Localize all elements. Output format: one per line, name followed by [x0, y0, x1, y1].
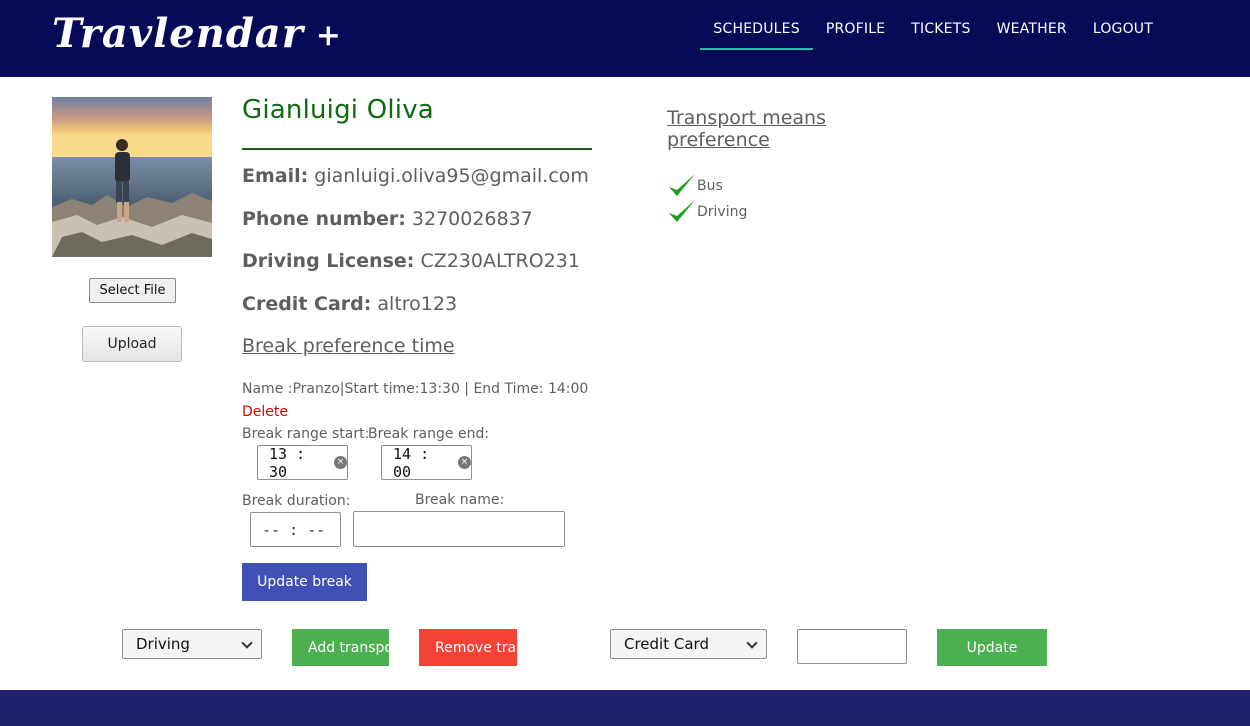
chevron-down-icon — [241, 637, 253, 649]
transport-select-value: Driving — [136, 635, 190, 653]
nav-weather[interactable]: WEATHER — [984, 0, 1080, 50]
clear-icon[interactable]: × — [458, 456, 471, 469]
payment-select-value: Credit Card — [624, 635, 709, 653]
transport-mean-bus: Bus — [667, 172, 723, 200]
nav-schedules[interactable]: SCHEDULES — [700, 0, 814, 50]
payment-input[interactable] — [797, 629, 907, 664]
phone-row: Phone number: 3270026837 — [242, 208, 533, 230]
credit-card-row: Credit Card: altro123 — [242, 293, 457, 315]
update-break-button[interactable]: Update break — [242, 563, 367, 601]
brand-logo[interactable]: Travlendar + — [52, 10, 342, 57]
brand-name: Travlendar — [52, 10, 304, 57]
top-navbar: Travlendar + SCHEDULES PROFILE TICKETS WE… — [0, 0, 1250, 77]
update-button[interactable]: Update — [937, 629, 1047, 666]
email-label: Email: — [242, 165, 309, 187]
break-range-end-label: Break range end: — [368, 426, 490, 442]
remove-transport-button[interactable]: Remove transport — [419, 629, 517, 666]
select-file-button[interactable]: Select File — [89, 278, 176, 303]
break-duration-label: Break duration: — [242, 493, 351, 509]
nav-profile[interactable]: PROFILE — [813, 0, 898, 50]
clear-icon[interactable]: × — [334, 456, 347, 469]
break-duration-value: -- : -- — [262, 520, 326, 539]
nav-logout[interactable]: LOGOUT — [1080, 0, 1166, 50]
credit-card-label: Credit Card: — [242, 293, 372, 315]
license-row: Driving License: CZ230ALTRO231 — [242, 250, 580, 272]
email-value: gianluigi.oliva95@gmail.com — [314, 165, 589, 187]
phone-label: Phone number: — [242, 208, 406, 230]
break-range-end-value: 14 : 00 — [393, 444, 430, 481]
license-label: Driving License: — [242, 250, 415, 272]
credit-card-value: altro123 — [377, 293, 458, 315]
break-duration-input[interactable]: -- : -- — [250, 512, 341, 547]
brand-plus: + — [315, 18, 342, 53]
break-range-start-label: Break range start: — [242, 426, 370, 442]
email-row: Email: gianluigi.oliva95@gmail.com — [242, 165, 589, 187]
main-nav: SCHEDULES PROFILE TICKETS WEATHER LOGOUT — [700, 0, 1166, 77]
nav-tickets[interactable]: TICKETS — [898, 0, 983, 50]
break-entry: Name :Pranzo|Start time:13:30 | End Time… — [242, 381, 589, 397]
break-range-start-value: 13 : 30 — [269, 444, 306, 481]
break-preference-title[interactable]: Break preference time — [242, 335, 455, 357]
user-name: Gianluigi Oliva — [242, 95, 434, 125]
transport-mean-label: Bus — [697, 178, 723, 194]
break-range-end-input[interactable]: 14 : 00 × — [381, 444, 472, 481]
transport-select[interactable]: Driving — [122, 629, 262, 659]
transport-mean-driving: Driving — [667, 198, 747, 226]
phone-value: 3270026837 — [411, 208, 533, 230]
chevron-down-icon — [746, 637, 758, 649]
upload-button[interactable]: Upload — [82, 326, 182, 362]
break-range-start-input[interactable]: 13 : 30 × — [257, 444, 348, 481]
delete-break-link[interactable]: Delete — [242, 404, 288, 420]
transport-mean-label: Driving — [697, 204, 748, 220]
checkmark-icon — [669, 174, 695, 196]
page-footer — [0, 690, 1250, 726]
license-value: CZ230ALTRO231 — [420, 250, 580, 272]
payment-select[interactable]: Credit Card — [610, 629, 767, 659]
profile-photo — [52, 97, 212, 257]
add-transport-button[interactable]: Add transport — [292, 629, 389, 666]
checkmark-icon — [669, 200, 695, 222]
break-name-input[interactable] — [353, 511, 565, 547]
break-name-label: Break name: — [415, 492, 505, 508]
name-divider — [242, 148, 592, 150]
transport-preference-title[interactable]: Transport means preference — [667, 107, 867, 151]
